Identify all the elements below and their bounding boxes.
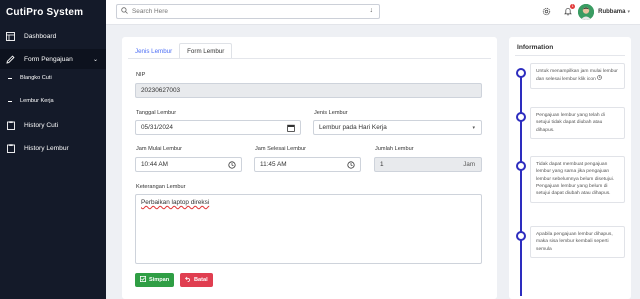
info-item: Untuk menampilkan jam mulai lembur dan s…	[530, 63, 625, 89]
tab-form-lembur[interactable]: Form Lembur	[179, 43, 233, 59]
sidebar-item-history-lembur[interactable]: History Lembur	[0, 140, 106, 156]
username[interactable]: Rubbama	[598, 9, 625, 15]
save-icon	[140, 276, 146, 284]
jam-mulai-label: Jam Mulai Lembur	[136, 146, 183, 152]
clipboard-icon	[6, 120, 15, 130]
brand-title: CutiPro System	[6, 7, 84, 18]
info-text: Untuk menampilkan jam mulai lembur dan s…	[536, 69, 618, 83]
pen-icon	[6, 54, 15, 64]
search-icon	[121, 7, 128, 16]
undo-icon	[184, 276, 191, 284]
keterangan-text: Perbaikan laptop direksi	[141, 199, 210, 206]
sidebar-item-form-pengajuan[interactable]: Form Pengajuan ⌄	[0, 49, 106, 69]
jumlah-suffix: Jam	[463, 161, 475, 168]
cancel-label: Batal	[194, 277, 208, 283]
jumlah-lembur-field: 1 Jam	[374, 157, 482, 172]
dash-icon	[8, 77, 12, 79]
topbar: ↓ 1 Rubbama ▾	[106, 0, 640, 25]
timeline-line	[520, 69, 522, 296]
info-item: Pengajuan lembur yang telah di setujui t…	[530, 107, 625, 140]
notification-badge: 1	[570, 3, 576, 9]
tanggal-lembur-field[interactable]: 05/31/2024	[135, 120, 301, 135]
sidebar: CutiPro System Dashboard Form Pengajuan …	[0, 0, 106, 299]
topbar-right: 1 Rubbama ▾	[542, 3, 640, 21]
search-box[interactable]: ↓	[116, 4, 380, 19]
tab-jenis-lembur[interactable]: Jenis Lembur	[128, 43, 179, 59]
sidebar-item-dashboard[interactable]: Dashboard	[0, 28, 106, 44]
clock-icon[interactable]	[228, 161, 236, 169]
information-panel: Information Untuk menampilkan jam mulai …	[509, 37, 631, 299]
sidebar-item-history-cuti[interactable]: History Cuti	[0, 117, 106, 133]
nip-label: NIP	[136, 72, 146, 78]
jenis-lembur-label: Jenis Lembur	[314, 110, 348, 116]
arrow-down-icon[interactable]: ↓	[370, 7, 374, 14]
sidebar-item-label: Blangko Cuti	[20, 75, 52, 81]
chevron-down-icon[interactable]: ▾	[627, 9, 630, 15]
divider	[515, 55, 625, 56]
tanggal-lembur-label: Tanggal Lembur	[136, 110, 177, 116]
select-value: Lembur pada Hari Kerja	[319, 124, 387, 131]
jam-selesai-label: Jam Selesai Lembur	[255, 146, 306, 152]
sidebar-subitem-lembur-kerja[interactable]: Lembur Kerja	[0, 94, 106, 108]
info-item: Tidak dapat membuat pengajuan lembur yan…	[530, 156, 625, 203]
avatar[interactable]	[578, 4, 595, 20]
info-item: Apabila pengajuan lembur dihapus, maka s…	[530, 226, 625, 259]
bell-icon[interactable]: 1	[564, 3, 576, 18]
time-value: 11:45 AM	[260, 161, 287, 168]
save-button[interactable]: Simpan	[135, 273, 175, 287]
timeline-dot	[516, 68, 526, 78]
cancel-button[interactable]: Batal	[180, 273, 213, 287]
dashboard-icon	[6, 31, 15, 41]
sidebar-item-label: History Cuti	[24, 121, 59, 129]
sidebar-item-label: Form Pengajuan	[24, 55, 73, 63]
keterangan-textarea[interactable]: Perbaikan laptop direksi	[135, 194, 482, 264]
clock-icon[interactable]	[347, 161, 355, 169]
sidebar-item-label: Dashboard	[24, 32, 57, 40]
timeline-dot	[516, 112, 526, 122]
dash-icon	[8, 100, 12, 102]
date-value: 05/31/2024	[141, 124, 173, 131]
jumlah-lembur-label: Jumlah Lembur	[375, 146, 414, 152]
tabs-divider	[128, 58, 491, 59]
tabs: Jenis Lembur Form Lembur	[128, 43, 233, 59]
gear-icon[interactable]	[542, 7, 551, 18]
save-label: Simpan	[149, 277, 170, 283]
chevron-down-icon: ▾	[472, 125, 475, 131]
chevron-down-icon: ⌄	[92, 56, 98, 63]
nip-field: 20230627003	[135, 83, 482, 98]
clipboard-icon	[6, 143, 15, 153]
information-title: Information	[517, 44, 554, 51]
time-value: 10:44 AM	[141, 161, 169, 168]
timeline-dot	[516, 231, 526, 241]
jam-mulai-field[interactable]: 10:44 AM	[135, 157, 242, 172]
jumlah-value: 1	[380, 161, 384, 168]
calendar-icon[interactable]	[287, 124, 295, 132]
sidebar-subitem-blangko-cuti[interactable]: Blangko Cuti	[0, 71, 106, 85]
keterangan-label: Keterangan Lembur	[136, 184, 186, 190]
sidebar-item-label: Lembur Kerja	[20, 98, 54, 104]
jenis-lembur-select[interactable]: Lembur pada Hari Kerja ▾	[313, 120, 482, 135]
search-input[interactable]	[132, 8, 352, 15]
clock-icon	[597, 75, 602, 82]
overtime-form-card: Jenis Lembur Form Lembur NIP 20230627003…	[122, 37, 497, 299]
sidebar-item-label: History Lembur	[24, 144, 69, 152]
timeline-dot	[516, 161, 526, 171]
jam-selesai-field[interactable]: 11:45 AM	[254, 157, 361, 172]
